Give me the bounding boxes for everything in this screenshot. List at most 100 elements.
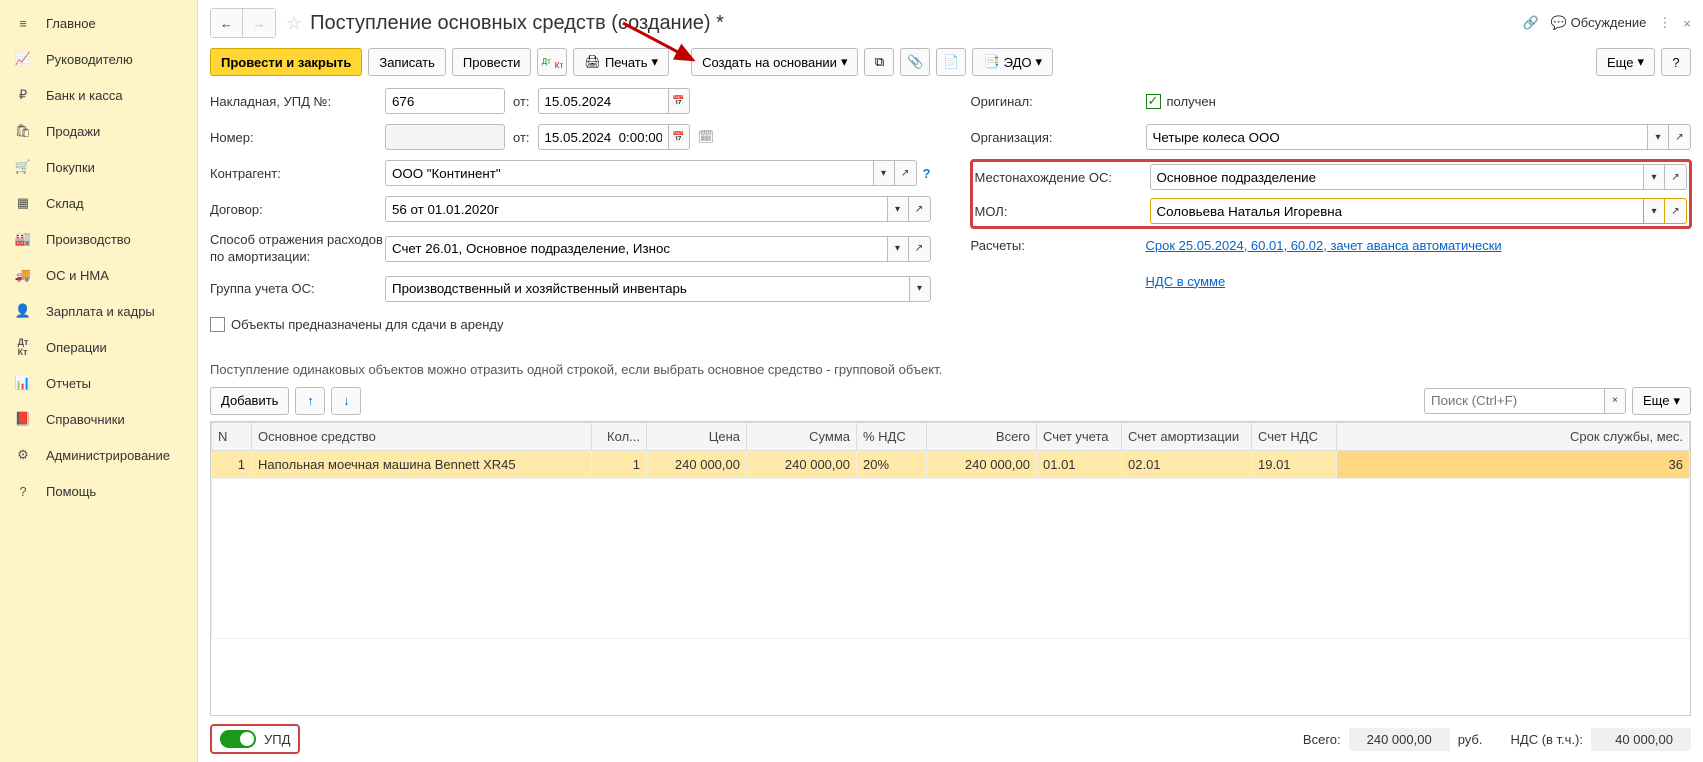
calendar-icon[interactable]: 📅 [668, 88, 690, 114]
org-input[interactable] [1146, 124, 1648, 150]
ruble-icon: ₽ [14, 86, 32, 104]
person-icon: 👤 [14, 302, 32, 320]
create-based-button[interactable]: Создать на основании ▾ [691, 48, 858, 76]
clear-search-button[interactable]: × [1604, 388, 1626, 414]
post-and-close-button[interactable]: Провести и закрыть [210, 48, 362, 76]
upd-toggle[interactable] [220, 730, 256, 748]
table-row[interactable]: 1 Напольная моечная машина Bennett XR45 … [212, 450, 1690, 478]
open-icon[interactable]: ↗ [1665, 198, 1687, 224]
sidebar-item-salary[interactable]: 👤Зарплата и кадры [0, 293, 197, 329]
save-button[interactable]: Записать [368, 48, 446, 76]
sidebar-item-admin[interactable]: ⚙Администрирование [0, 437, 197, 473]
dropdown-icon[interactable]: ▾ [909, 276, 931, 302]
toolbar-help-button[interactable]: ? [1661, 48, 1691, 76]
timestamp-icon[interactable]: 🗓 [698, 129, 715, 145]
dropdown-icon[interactable]: ▾ [1643, 198, 1665, 224]
sidebar-item-bank[interactable]: ₽Банк и касса [0, 77, 197, 113]
col-asset[interactable]: Основное средство [252, 422, 592, 450]
dropdown-icon[interactable]: ▾ [887, 236, 909, 262]
toolbar-more-button[interactable]: Еще ▾ [1596, 48, 1655, 76]
number-input[interactable] [385, 124, 505, 150]
edo-button[interactable]: 📑 ЭДО ▾ [972, 48, 1053, 76]
col-total[interactable]: Всего [927, 422, 1037, 450]
rent-checkbox[interactable] [210, 317, 225, 332]
expense-label: Способ отражения расходов по амортизации… [210, 232, 385, 266]
col-n[interactable]: N [212, 422, 252, 450]
sidebar-item-directories[interactable]: 📕Справочники [0, 401, 197, 437]
calendar-icon-2[interactable]: 📅 [668, 124, 690, 150]
attach-button[interactable]: 📎 [900, 48, 930, 76]
calc-link[interactable]: Срок 25.05.2024, 60.01, 60.02, зачет ава… [1146, 238, 1502, 253]
structure-button[interactable]: ⧉ [864, 48, 894, 76]
org-label: Организация: [971, 130, 1146, 145]
main-content: ← → ☆ Поступление основных средств (созд… [198, 0, 1703, 762]
move-down-button[interactable]: ↓ [331, 387, 361, 415]
post-button[interactable]: Провести [452, 48, 532, 76]
cart-icon: 🛒 [14, 158, 32, 176]
form: Накладная, УПД №: от: 📅 Номер: от: 📅 [210, 88, 1691, 348]
col-vat-acc[interactable]: Счет НДС [1252, 422, 1337, 450]
table-search-input[interactable] [1424, 388, 1604, 414]
dtkt-button[interactable]: ДтКт [537, 48, 567, 76]
report-button[interactable]: 📄 [936, 48, 966, 76]
sidebar-item-assets[interactable]: 🚚ОС и НМА [0, 257, 197, 293]
invoice-date-input[interactable] [538, 88, 668, 114]
table-header-row: N Основное средство Кол... Цена Сумма % … [212, 422, 1690, 450]
dropdown-icon[interactable]: ▾ [873, 160, 895, 186]
received-checkbox[interactable]: ✓ [1146, 94, 1161, 109]
favorite-star-icon[interactable]: ☆ [286, 13, 302, 34]
col-vat-pct[interactable]: % НДС [857, 422, 927, 450]
col-sum[interactable]: Сумма [747, 422, 857, 450]
trend-icon: 📈 [14, 50, 32, 68]
dropdown-icon[interactable]: ▾ [1647, 124, 1669, 150]
contract-input[interactable] [385, 196, 887, 222]
bars-icon: 📊 [14, 374, 32, 392]
sidebar-item-production[interactable]: 🏭Производство [0, 221, 197, 257]
col-life[interactable]: Срок службы, мес. [1337, 422, 1690, 450]
hint-text: Поступление одинаковых объектов можно от… [210, 362, 1691, 377]
table-more-button[interactable]: Еще ▾ [1632, 387, 1691, 415]
open-icon[interactable]: ↗ [909, 236, 931, 262]
discuss-link[interactable]: 💬 Обсуждение [1551, 15, 1647, 31]
doc-date-input[interactable] [538, 124, 668, 150]
open-icon[interactable]: ↗ [895, 160, 917, 186]
nav-back-button[interactable]: ← [211, 9, 243, 37]
group-label: Группа учета ОС: [210, 281, 385, 296]
dropdown-icon[interactable]: ▾ [887, 196, 909, 222]
link-icon[interactable]: 🔗 [1523, 15, 1539, 31]
dropdown-icon[interactable]: ▾ [1643, 164, 1665, 190]
open-icon[interactable]: ↗ [909, 196, 931, 222]
vat-link[interactable]: НДС в сумме [1146, 274, 1226, 289]
group-input[interactable] [385, 276, 909, 302]
col-amort[interactable]: Счет амортизации [1122, 422, 1252, 450]
counterparty-input[interactable] [385, 160, 873, 186]
close-icon[interactable]: × [1683, 16, 1691, 31]
sidebar-item-warehouse[interactable]: ▦Склад [0, 185, 197, 221]
print-button[interactable]: 🖨 Печать ▾ [573, 48, 669, 76]
open-icon[interactable]: ↗ [1669, 124, 1691, 150]
gear-icon: ⚙ [14, 446, 32, 464]
footer: УПД Всего: 240 000,00 руб. НДС (в т.ч.):… [210, 716, 1691, 762]
location-input[interactable] [1150, 164, 1644, 190]
col-acc[interactable]: Счет учета [1037, 422, 1122, 450]
invoice-no-input[interactable] [385, 88, 505, 114]
open-icon[interactable]: ↗ [1665, 164, 1687, 190]
sidebar-item-reports[interactable]: 📊Отчеты [0, 365, 197, 401]
sidebar-item-help[interactable]: ?Помощь [0, 473, 197, 509]
nav-forward-button[interactable]: → [243, 9, 275, 37]
expense-input[interactable] [385, 236, 887, 262]
sidebar-item-operations[interactable]: ДтКтОперации [0, 329, 197, 365]
sidebar-item-sales[interactable]: 🛍Продажи [0, 113, 197, 149]
col-qty[interactable]: Кол... [592, 422, 647, 450]
move-up-button[interactable]: ↑ [295, 387, 325, 415]
sidebar: ≡Главное 📈Руководителю ₽Банк и касса 🛍Пр… [0, 0, 198, 762]
number-label: Номер: [210, 130, 385, 145]
col-price[interactable]: Цена [647, 422, 747, 450]
mol-input[interactable] [1150, 198, 1644, 224]
more-icon[interactable]: ⋮ [1658, 15, 1671, 31]
help-counterparty[interactable]: ? [923, 166, 931, 181]
sidebar-item-manager[interactable]: 📈Руководителю [0, 41, 197, 77]
sidebar-item-main[interactable]: ≡Главное [0, 5, 197, 41]
sidebar-item-purchases[interactable]: 🛒Покупки [0, 149, 197, 185]
add-row-button[interactable]: Добавить [210, 387, 289, 415]
